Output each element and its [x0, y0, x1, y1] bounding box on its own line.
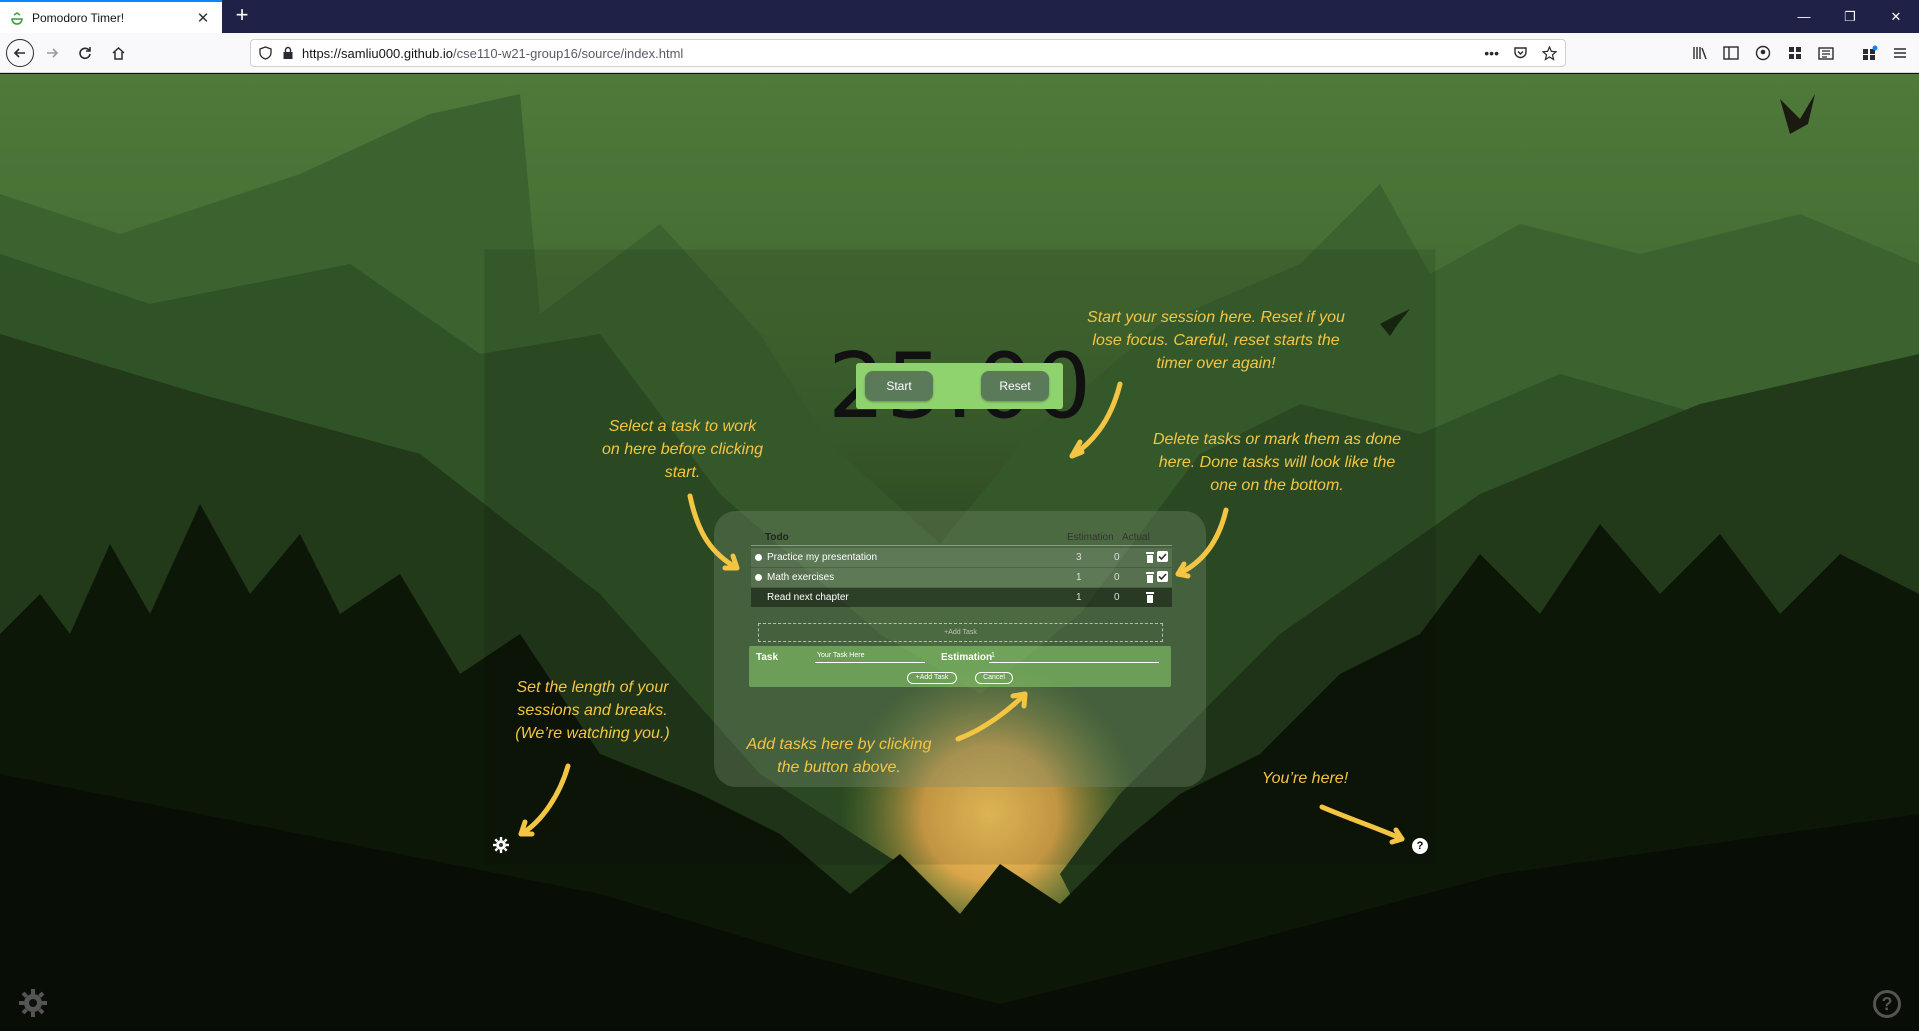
back-arrow-icon [13, 48, 25, 58]
help-icon-preview: ? [1412, 838, 1428, 854]
annotation-delete-done: Delete tasks or mark them as done here. … [1152, 431, 1402, 494]
pocket-icon[interactable] [1513, 46, 1528, 60]
account-icon[interactable] [1753, 43, 1773, 63]
url-actions: ••• [1484, 45, 1557, 61]
cancel-button[interactable]: Cancel [975, 672, 1013, 684]
settings-gear-icon-preview [493, 837, 509, 853]
new-tab-button[interactable]: + [230, 4, 254, 28]
check-icon[interactable] [1157, 551, 1168, 562]
reload-icon [79, 47, 91, 60]
reload-button[interactable] [71, 39, 99, 67]
task-estimation: 1 [1076, 592, 1082, 603]
shield-icon [259, 46, 272, 60]
trash-icon[interactable] [1145, 592, 1155, 603]
task-name: Practice my presentation [767, 552, 878, 563]
estimation-input[interactable]: 1 [989, 652, 1159, 663]
library-icon[interactable] [1690, 43, 1710, 63]
lock-icon [283, 46, 293, 59]
close-tab-icon[interactable]: ✕ [194, 9, 212, 27]
url-path: /cse110-w21-group16/source/index.html [453, 45, 684, 61]
annotation-select-task: Select a task to work on here before cli… [602, 418, 763, 481]
task-row[interactable]: Math exercises 1 0 [751, 568, 1172, 587]
forward-arrow-icon [47, 48, 59, 58]
task-actual: 0 [1114, 592, 1120, 603]
task-table: Todo Estimation Actual Practice my prese… [751, 530, 1172, 610]
tomato-icon [11, 11, 23, 25]
task-row-done[interactable]: Read next chapter 1 0 [751, 588, 1172, 607]
task-actual: 0 [1114, 572, 1120, 583]
restore-button[interactable]: ❐ [1827, 0, 1873, 33]
start-button[interactable]: Start [865, 371, 933, 401]
task-select-radio[interactable] [755, 574, 762, 581]
add-task-toggle[interactable]: +Add Task [758, 623, 1163, 642]
browser-tab[interactable]: Pomodoro Timer! ✕ [0, 0, 222, 33]
trash-icon[interactable] [1145, 572, 1155, 583]
check-icon[interactable] [1157, 571, 1168, 582]
task-actual: 0 [1114, 552, 1120, 563]
task-name: Read next chapter [767, 592, 849, 603]
task-field-label: Task [756, 652, 779, 663]
menu-icon[interactable] [1890, 43, 1910, 63]
trash-icon[interactable] [1145, 552, 1155, 563]
url-text: https://samliu000.github.io/cse110-w21-g… [302, 46, 1484, 61]
browser-tab-strip: Pomodoro Timer! ✕ + — ❐ ✕ [0, 0, 1919, 33]
reader-view-icon[interactable] [1816, 43, 1836, 63]
bookmark-star-icon[interactable] [1542, 45, 1557, 61]
add-task-form: Task Your Task Here Estimation 1 +Add Ta… [749, 646, 1171, 687]
page-viewport: 25:00 Start Reset Todo Estimation Actual… [0, 74, 1919, 1031]
task-select-radio[interactable] [755, 554, 762, 561]
add-task-button[interactable]: +Add Task [907, 672, 957, 684]
actual-header: Actual [1122, 532, 1150, 543]
addon-icon[interactable] [1860, 43, 1880, 63]
minimize-button[interactable]: — [1781, 0, 1827, 33]
forward-button[interactable] [38, 39, 66, 67]
task-name-input[interactable]: Your Task Here [815, 652, 925, 663]
todo-header: Todo [765, 532, 789, 543]
home-button[interactable] [104, 39, 132, 67]
home-icon [111, 46, 125, 60]
task-row[interactable]: Practice my presentation 3 0 [751, 548, 1172, 567]
tab-title: Pomodoro Timer! [32, 10, 125, 25]
task-name: Math exercises [767, 572, 835, 583]
settings-gear-icon[interactable] [19, 989, 47, 1017]
annotation-settings: Set the length of your sessions and brea… [515, 679, 670, 742]
sidebar-icon[interactable] [1721, 43, 1741, 63]
timer-controls: Start Reset [856, 363, 1063, 409]
task-table-header: Todo Estimation Actual [751, 530, 1172, 546]
navigation-toolbar: https://samliu000.github.io/cse110-w21-g… [0, 33, 1919, 73]
reset-button[interactable]: Reset [981, 371, 1049, 401]
annotation-start: Start your session here. Reset if you lo… [1087, 309, 1345, 372]
url-host: https://samliu000.github.io [302, 45, 454, 61]
close-window-button[interactable]: ✕ [1873, 0, 1919, 33]
annotation-add-task: Add tasks here by clicking the button ab… [746, 736, 932, 776]
page-actions-icon[interactable]: ••• [1484, 45, 1499, 61]
annotation-youre-here: You’re here! [1261, 770, 1349, 787]
estimation-field-label: Estimation [941, 652, 993, 663]
back-button[interactable] [6, 39, 34, 67]
address-bar[interactable]: https://samliu000.github.io/cse110-w21-g… [250, 39, 1566, 67]
task-estimation: 3 [1076, 552, 1082, 563]
task-estimation: 1 [1076, 572, 1082, 583]
help-button[interactable]: ? [1873, 990, 1901, 1018]
estimation-header: Estimation [1067, 532, 1114, 543]
extensions-icon[interactable] [1785, 43, 1805, 63]
